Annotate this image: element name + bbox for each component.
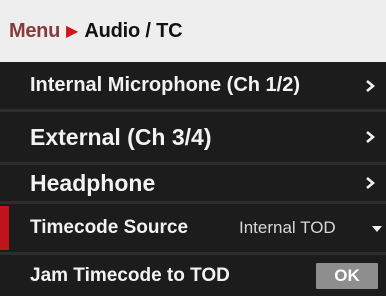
menu-item-internal-microphone[interactable]: Internal Microphone (Ch 1/2)	[0, 62, 386, 109]
chevron-right-icon	[364, 78, 376, 94]
breadcrumb-separator-icon: ▶	[66, 23, 79, 40]
chevron-down-icon[interactable]	[371, 222, 383, 234]
breadcrumb-menu-link[interactable]: Menu	[9, 20, 60, 43]
chevron-right-icon	[364, 175, 376, 191]
ok-button[interactable]: OK	[316, 262, 378, 289]
menu-item-headphone[interactable]: Headphone	[0, 165, 386, 201]
menu-item-label: External (Ch 3/4)	[30, 123, 212, 150]
menu-item-label: Jam Timecode to TOD	[30, 264, 230, 286]
breadcrumb-current: Audio / TC	[84, 19, 183, 42]
menu-item-timecode-source[interactable]: Timecode Source Internal TOD	[0, 204, 386, 252]
chevron-right-icon	[364, 129, 376, 145]
menu-item-jam-timecode: Jam Timecode to TOD OK	[0, 255, 386, 296]
menu-item-label: Internal Microphone (Ch 1/2)	[30, 74, 301, 96]
timecode-source-select[interactable]: Internal TOD	[239, 218, 371, 238]
menu-item-label: Timecode Source	[30, 217, 189, 238]
menu-item-external[interactable]: External (Ch 3/4)	[0, 112, 386, 162]
breadcrumb: Menu ▶ Audio / TC	[0, 0, 386, 62]
audio-tc-menu-screen: Menu ▶ Audio / TC Internal Microphone (C…	[0, 0, 386, 296]
selection-indicator	[0, 206, 9, 250]
menu-item-label: Headphone	[30, 169, 156, 196]
